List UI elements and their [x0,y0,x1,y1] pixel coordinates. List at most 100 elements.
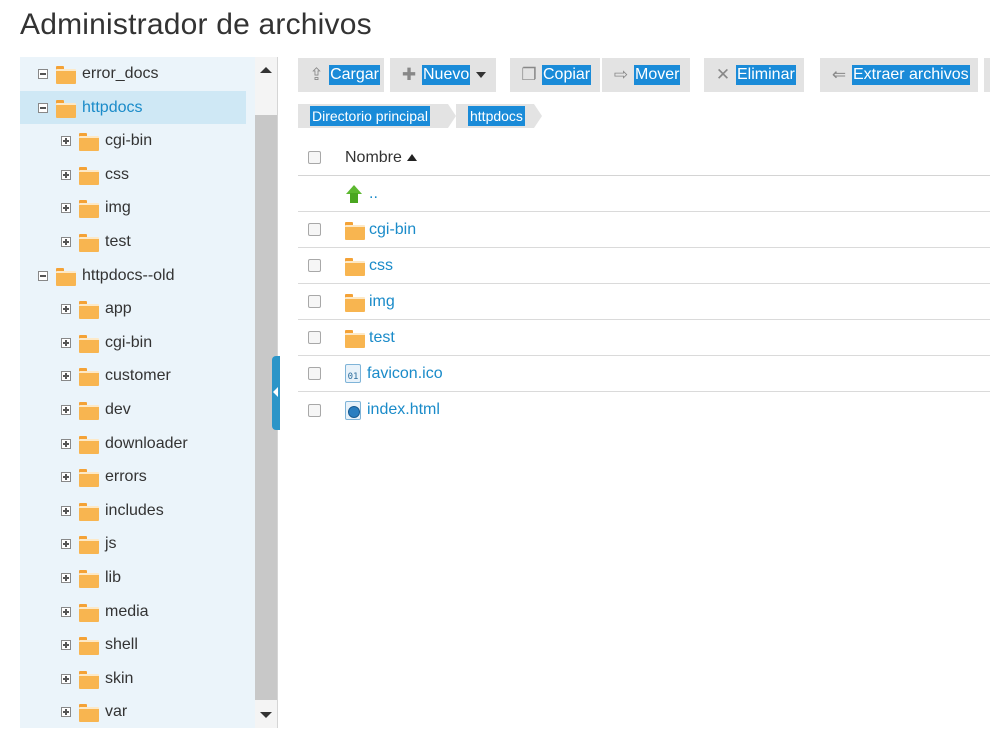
folder-icon [79,132,99,151]
parent-directory-link[interactable]: .. [369,185,378,203]
tree-item-label: errors [105,467,147,485]
new-label: Nuevo [422,65,471,85]
tree-item-httpdocs[interactable]: httpdocs [20,91,246,124]
move-button[interactable]: ⇨ Mover [602,58,690,92]
tree-item-media[interactable]: media [20,595,255,628]
file-name-link[interactable]: cgi-bin [369,221,416,239]
file-row[interactable]: cgi-bin [298,212,990,248]
expand-plus-icon[interactable] [61,471,71,482]
collapse-minus-icon[interactable] [38,102,48,113]
row-checkbox[interactable] [308,259,321,272]
tree-item-css[interactable]: css [20,158,255,191]
file-row[interactable]: test [298,320,990,356]
row-checkbox[interactable] [308,223,321,236]
breadcrumb-current[interactable]: httpdocs [456,104,534,128]
tree-item-var[interactable]: var [20,695,255,728]
expand-plus-icon[interactable] [61,236,71,247]
row-checkbox[interactable] [308,403,321,417]
folder-icon [79,468,99,487]
scroll-down-arrow-icon[interactable] [260,712,272,718]
tree-item-includes[interactable]: includes [20,494,255,527]
expand-plus-icon[interactable] [61,572,71,583]
file-name-link[interactable]: css [369,257,393,275]
upload-button[interactable]: ⇪ Cargar [298,58,384,92]
tree-item-shell[interactable]: shell [20,628,255,661]
extract-label: Extraer archivos [852,65,970,85]
folder-icon [79,334,99,353]
expand-plus-icon[interactable] [61,706,71,717]
breadcrumb-root[interactable]: Directorio principal [298,104,448,128]
expand-plus-icon[interactable] [61,202,71,213]
file-name-link[interactable]: index.html [367,401,440,419]
scroll-up-arrow-icon[interactable] [260,67,272,73]
new-button[interactable]: ✚ Nuevo [390,58,496,92]
tree-item-cgi-bin[interactable]: cgi-bin [20,326,255,359]
tree-item-downloader[interactable]: downloader [20,427,255,460]
sort-ascending-icon[interactable] [406,154,417,161]
html-file-icon [345,400,361,420]
file-name-link[interactable]: favicon.ico [367,365,443,383]
file-name-link[interactable]: test [369,329,395,347]
file-row[interactable]: 01 favicon.ico [298,356,990,392]
tree-item-label: cgi-bin [105,333,153,351]
collapse-sidebar-handle[interactable] [272,356,280,430]
tree-item-skin[interactable]: skin [20,662,255,695]
collapse-minus-icon[interactable] [38,270,48,281]
tree-item-label: lib [105,568,122,586]
upload-icon: ⇪ [309,65,324,84]
folder-icon [79,670,99,689]
file-row[interactable]: index.html [298,392,990,428]
expand-plus-icon[interactable] [61,538,71,549]
file-row[interactable]: css [298,248,990,284]
file-row[interactable]: img [298,284,990,320]
toolbar-overflow-button[interactable] [984,58,990,92]
name-column-header[interactable]: Nombre [345,149,402,167]
binary-file-icon: 01 [345,364,361,383]
tree-item-test[interactable]: test [20,225,255,258]
tree-item-cgi-bin[interactable]: cgi-bin [20,124,255,157]
copy-button[interactable]: ❐ Copiar [510,58,600,92]
folder-icon [79,703,99,722]
tree-item-error_docs[interactable]: error_docs [20,57,255,90]
expand-plus-icon[interactable] [61,639,71,650]
plus-icon: ✚ [401,65,417,84]
expand-plus-icon[interactable] [61,404,71,415]
folder-icon [79,233,99,252]
arrow-up-icon [345,184,363,203]
file-rows: cgi-bin css img test 01 favicon.ico index.html [298,212,990,428]
expand-plus-icon[interactable] [61,135,71,146]
tree-item-lib[interactable]: lib [20,561,255,594]
expand-plus-icon[interactable] [61,169,71,180]
expand-plus-icon[interactable] [61,438,71,449]
row-checkbox[interactable] [308,331,321,344]
collapse-minus-icon[interactable] [38,68,48,79]
breadcrumb-end [534,104,542,128]
expand-plus-icon[interactable] [61,606,71,617]
breadcrumb-current-label: httpdocs [468,106,525,126]
tree-item-label: app [105,299,132,317]
tree-item-dev[interactable]: dev [20,393,255,426]
expand-plus-icon[interactable] [61,673,71,684]
tree-item-httpdocs--old[interactable]: httpdocs--old [20,259,255,292]
tree-item-customer[interactable]: customer [20,359,255,392]
tree-item-js[interactable]: js [20,527,255,560]
file-name-link[interactable]: img [369,293,395,311]
folder-icon [79,166,99,185]
select-all-checkbox[interactable] [308,151,321,164]
tree-item-errors[interactable]: errors [20,460,255,493]
row-checkbox[interactable] [308,367,321,380]
parent-directory-row[interactable]: .. [298,176,990,212]
expand-plus-icon[interactable] [61,337,71,348]
expand-plus-icon[interactable] [61,505,71,516]
row-checkbox[interactable] [308,295,321,308]
tree-item-app[interactable]: app [20,292,255,325]
expand-plus-icon[interactable] [61,303,71,314]
expand-plus-icon[interactable] [61,370,71,381]
tree-item-img[interactable]: img [20,191,255,224]
tree-item-label: img [105,198,131,216]
extract-button[interactable]: ⇐ Extraer archivos [820,58,978,92]
tree-item-label: error_docs [82,64,159,82]
tree-item-label: css [105,165,129,183]
delete-button[interactable]: ✕ Eliminar [704,58,804,92]
tree-item-label: includes [105,501,164,519]
